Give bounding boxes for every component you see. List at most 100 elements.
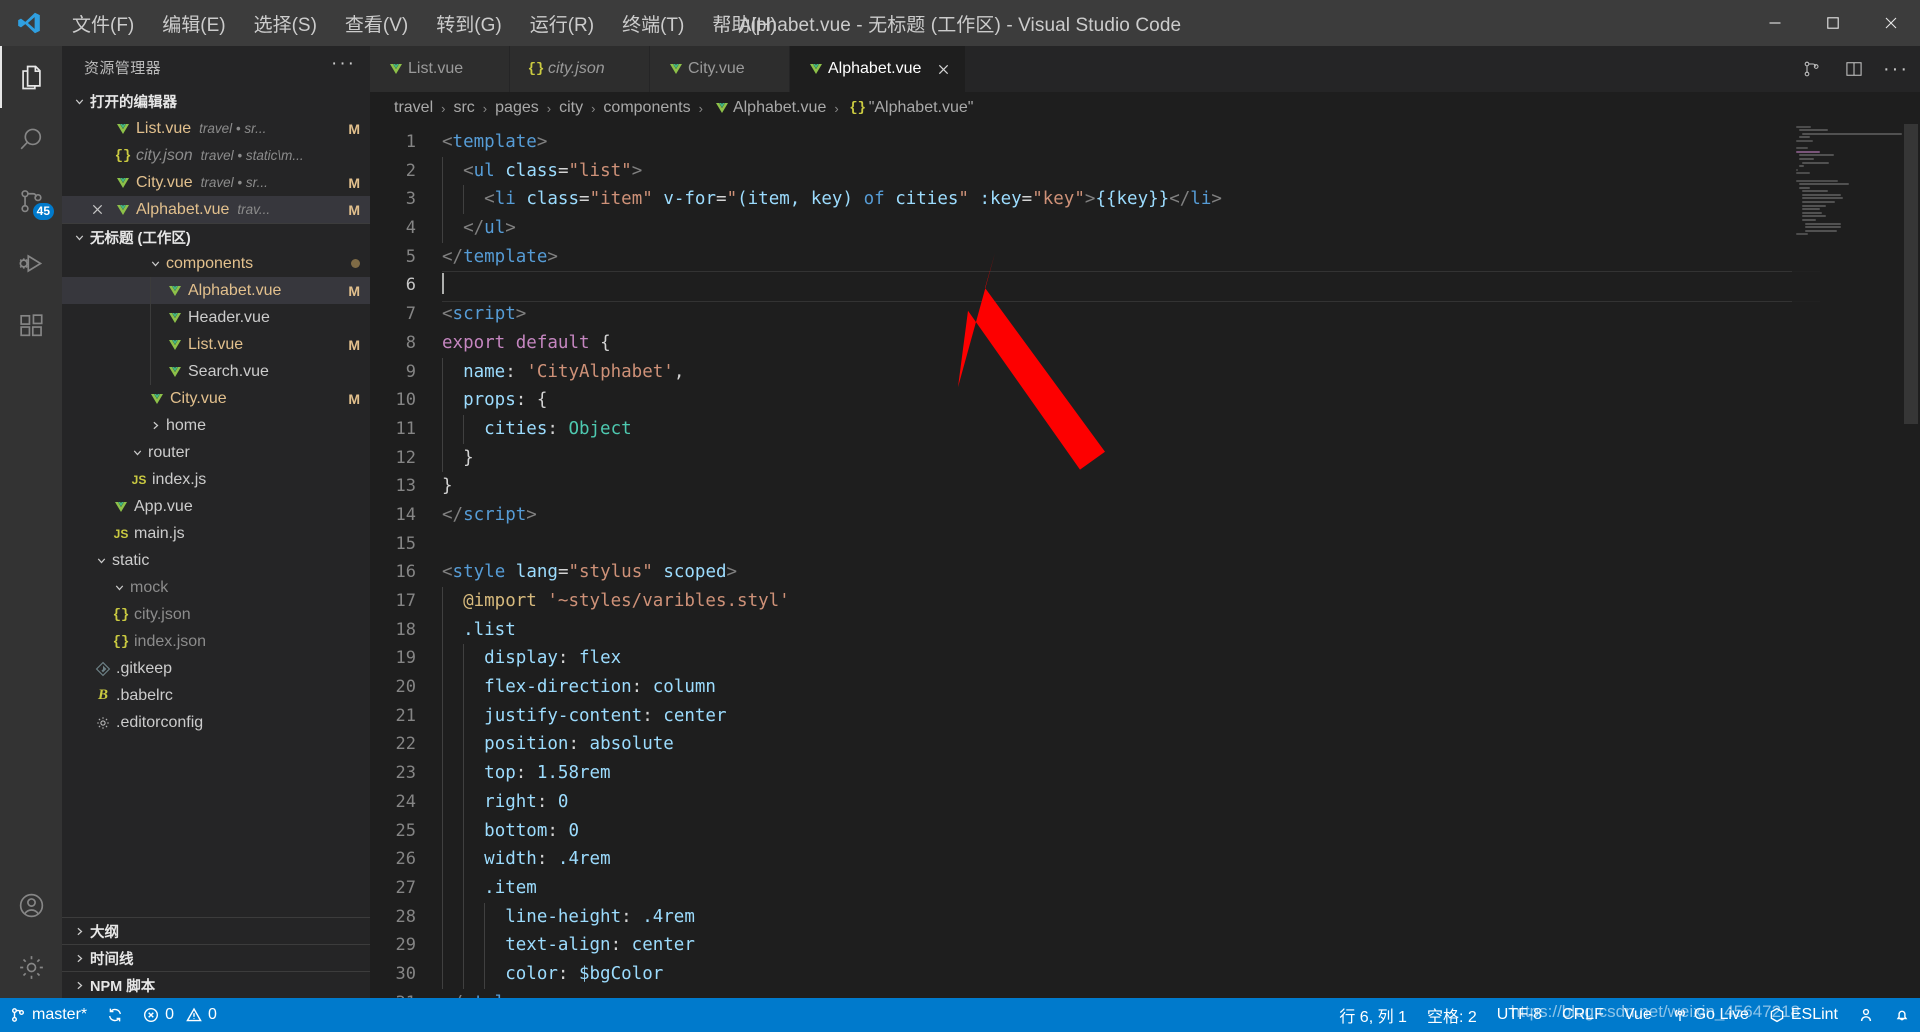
tree-file-row[interactable]: Search.vue bbox=[62, 358, 370, 385]
split-editor-right-icon[interactable] bbox=[1800, 57, 1824, 81]
tree-file-row[interactable]: City.vue M bbox=[62, 385, 370, 412]
code-line[interactable]: 17 @import '~styles/varibles.styl' bbox=[370, 587, 1920, 616]
menu-help[interactable]: 帮助(H) bbox=[698, 0, 790, 46]
status-encoding[interactable]: UTF-8 bbox=[1487, 998, 1552, 1032]
section-timeline[interactable]: 时间线 bbox=[62, 944, 370, 971]
tree-folder-row[interactable]: mock bbox=[62, 574, 370, 601]
code-line[interactable]: 7 <script> bbox=[370, 300, 1920, 329]
status-eslint[interactable]: ESLint bbox=[1759, 998, 1848, 1032]
code-line[interactable]: 4 </ul> bbox=[370, 214, 1920, 243]
tree-folder-row[interactable]: home bbox=[62, 412, 370, 439]
chevron-down-icon[interactable] bbox=[144, 257, 166, 270]
status-language-mode[interactable]: Vue bbox=[1614, 998, 1662, 1032]
status-problems[interactable]: 0 0 bbox=[133, 998, 227, 1032]
breadcrumb-item[interactable]: components bbox=[603, 99, 690, 117]
code-line[interactable]: 13} bbox=[370, 472, 1920, 501]
minimize-button[interactable] bbox=[1746, 0, 1804, 46]
activity-run-debug[interactable] bbox=[0, 232, 62, 294]
editor-tab[interactable]: City.vue bbox=[650, 46, 790, 92]
section-open-editors[interactable]: 打开的编辑器 bbox=[62, 88, 370, 115]
sidebar-more-actions-icon[interactable]: ··· bbox=[331, 54, 356, 75]
status-notifications[interactable] bbox=[1884, 998, 1920, 1032]
code-line[interactable]: 25 bottom: 0 bbox=[370, 816, 1920, 846]
tree-file-row[interactable]: .gitkeep bbox=[62, 655, 370, 682]
tree-file-row[interactable]: Header.vue bbox=[62, 304, 370, 331]
code-line[interactable]: 16 <style lang="stylus" scoped> bbox=[370, 558, 1920, 587]
code-line[interactable]: 24 right: 0 bbox=[370, 787, 1920, 817]
tree-file-row[interactable]: {} city.json bbox=[62, 601, 370, 628]
editor-tab[interactable]: {} city.json bbox=[510, 46, 650, 92]
close-button[interactable] bbox=[1862, 0, 1920, 46]
status-go-live[interactable]: Go Live bbox=[1662, 998, 1759, 1032]
breadcrumb-item[interactable]: city bbox=[559, 99, 583, 117]
tree-file-row[interactable]: List.vue M bbox=[62, 331, 370, 358]
code-line[interactable]: 3 <li class="item" v-for="(item, key) of… bbox=[370, 185, 1920, 215]
chevron-down-icon[interactable] bbox=[126, 446, 148, 459]
scrollbar-thumb[interactable] bbox=[1904, 124, 1918, 424]
more-actions-icon[interactable]: ··· bbox=[1883, 57, 1908, 81]
code-line[interactable]: 11 cities: Object bbox=[370, 414, 1920, 444]
open-editor-row[interactable]: List.vue travel • sr... M bbox=[62, 115, 370, 142]
status-feedback[interactable] bbox=[1848, 998, 1884, 1032]
code-line[interactable]: 12 } bbox=[370, 443, 1920, 473]
maximize-button[interactable] bbox=[1804, 0, 1862, 46]
editor-tab[interactable]: List.vue bbox=[370, 46, 510, 92]
code-line[interactable]: 2 <ul class="list"> bbox=[370, 156, 1920, 186]
section-npm-scripts[interactable]: NPM 脚本 bbox=[62, 971, 370, 998]
code-line[interactable]: 6 bbox=[370, 271, 1920, 302]
menu-view[interactable]: 查看(V) bbox=[331, 0, 422, 46]
status-eol[interactable]: CRLF bbox=[1552, 998, 1614, 1032]
breadcrumb-item[interactable]: pages bbox=[495, 99, 539, 117]
activity-manage[interactable] bbox=[0, 936, 62, 998]
menu-go[interactable]: 转到(G) bbox=[422, 0, 515, 46]
code-line[interactable]: 28 line-height: .4rem bbox=[370, 902, 1920, 932]
tree-folder-row[interactable]: static bbox=[62, 547, 370, 574]
open-editor-row[interactable]: {} city.json travel • static\m... bbox=[62, 142, 370, 169]
open-editor-row[interactable]: City.vue travel • sr... M bbox=[62, 169, 370, 196]
tree-folder-row[interactable]: router bbox=[62, 439, 370, 466]
editor-tab[interactable]: Alphabet.vue bbox=[790, 46, 967, 92]
close-editor-icon[interactable] bbox=[84, 203, 110, 216]
chevron-down-icon[interactable] bbox=[108, 581, 130, 594]
code-line[interactable]: 14 </script> bbox=[370, 501, 1920, 530]
chevron-down-icon[interactable] bbox=[90, 554, 112, 567]
code-line[interactable]: 19 display: flex bbox=[370, 644, 1920, 674]
code-line[interactable]: 20 flex-direction: column bbox=[370, 673, 1920, 702]
activity-extensions[interactable] bbox=[0, 294, 62, 356]
code-line[interactable]: 22 position: absolute bbox=[370, 730, 1920, 760]
breadcrumb-item[interactable]: src bbox=[453, 99, 474, 117]
tree-file-row[interactable]: B .babelrc bbox=[62, 682, 370, 709]
code-line[interactable]: 21 justify-content: center bbox=[370, 701, 1920, 731]
tree-file-row[interactable]: App.vue bbox=[62, 493, 370, 520]
tree-file-row[interactable]: JS main.js bbox=[62, 520, 370, 547]
menu-edit[interactable]: 编辑(E) bbox=[148, 0, 239, 46]
activity-source-control[interactable]: 45 bbox=[0, 170, 62, 232]
tree-file-row[interactable]: Alphabet.vue M bbox=[62, 277, 370, 304]
code-line[interactable]: 18 .list bbox=[370, 615, 1920, 645]
menu-run[interactable]: 运行(R) bbox=[516, 0, 608, 46]
open-editor-row-selected[interactable]: Alphabet.vue trav... M bbox=[62, 196, 370, 223]
code-line[interactable]: 31</style> bbox=[370, 989, 1920, 998]
section-outline[interactable]: 大纲 bbox=[62, 917, 370, 944]
tree-folder-row[interactable]: components bbox=[62, 250, 370, 277]
code-line[interactable]: 5 </template> bbox=[370, 243, 1920, 272]
editor-vertical-scrollbar[interactable] bbox=[1902, 124, 1920, 998]
status-branch[interactable]: master* bbox=[0, 998, 97, 1032]
status-sync[interactable] bbox=[97, 998, 133, 1032]
tree-file-row[interactable]: .editorconfig bbox=[62, 709, 370, 736]
tree-file-row[interactable]: {} index.json bbox=[62, 628, 370, 655]
chevron-right-icon[interactable] bbox=[144, 419, 166, 432]
menu-file[interactable]: 文件(F) bbox=[58, 0, 148, 46]
code-line[interactable]: 15 bbox=[370, 530, 1920, 559]
code-line[interactable]: 10 props: { bbox=[370, 386, 1920, 415]
activity-accounts[interactable] bbox=[0, 874, 62, 936]
activity-explorer[interactable] bbox=[0, 46, 62, 108]
tree-file-row[interactable]: JS index.js bbox=[62, 466, 370, 493]
menu-terminal[interactable]: 终端(T) bbox=[608, 0, 698, 46]
status-indentation[interactable]: 空格: 2 bbox=[1417, 998, 1487, 1032]
status-cursor-position[interactable]: 行 6, 列 1 bbox=[1329, 998, 1417, 1032]
activity-search[interactable] bbox=[0, 108, 62, 170]
split-editor-icon[interactable] bbox=[1842, 57, 1866, 81]
code-line[interactable]: 23 top: 1.58rem bbox=[370, 759, 1920, 788]
code-line[interactable]: 26 width: .4rem bbox=[370, 845, 1920, 874]
